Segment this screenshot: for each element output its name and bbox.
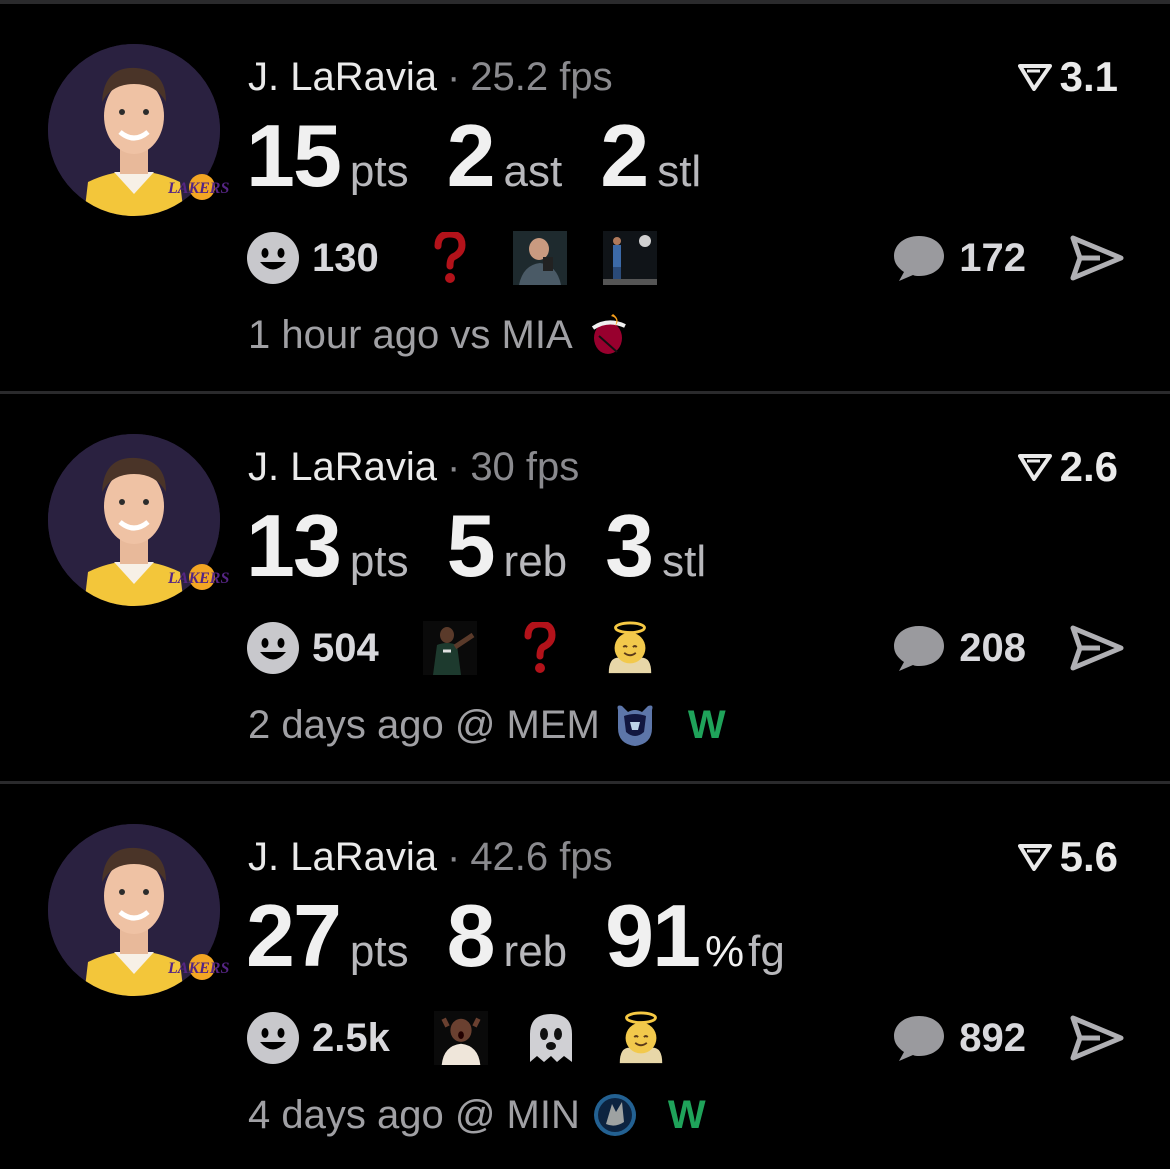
stat-unit: stl	[657, 147, 702, 196]
smiley-reaction-icon[interactable]	[246, 1011, 300, 1065]
lakers-logo-icon: LAKERS	[167, 174, 229, 200]
smiley-reaction-icon[interactable]	[246, 621, 300, 675]
post-header: J. LaRavia · 25.2 fps	[248, 54, 613, 100]
game-info[interactable]: 4 days ago @ MIN W	[248, 1090, 706, 1140]
time-ago: 4 days ago	[248, 1093, 444, 1137]
fps-value: 30 fps	[470, 445, 580, 489]
stat-line: 15 pts 2 ast 2 stl	[246, 108, 739, 204]
matchup: @ MIN	[454, 1093, 580, 1137]
ghost-icon[interactable]	[524, 1011, 578, 1065]
score-icon	[1017, 64, 1052, 91]
stat-value: 2	[600, 106, 649, 205]
fps-value: 42.6 fps	[470, 835, 613, 879]
game-result: W	[687, 703, 726, 747]
comment-count[interactable]: 892	[959, 1016, 1026, 1061]
post-actions: 208	[891, 620, 1124, 676]
post-actions: 892	[891, 1010, 1124, 1066]
game-result: W	[667, 1093, 706, 1137]
score-badge: 5.6	[1017, 833, 1118, 880]
post-card[interactable]: LAKERS J. LaRavia · 30 fps 2.6 13 pts 5 reb …	[0, 394, 1170, 784]
stat-unit: ast	[503, 147, 563, 196]
share-send-icon[interactable]	[1070, 625, 1124, 671]
comment-icon[interactable]	[891, 623, 947, 673]
stat-unit: pts	[349, 537, 409, 586]
player-name[interactable]: J. LaRavia	[248, 55, 437, 99]
feed: LAKERS J. LaRavia · 25.2 fps 3.1 15 pts 2 as…	[0, 0, 1170, 1169]
post-card[interactable]: LAKERS J. LaRavia · 25.2 fps 3.1 15 pts 2 as…	[0, 4, 1170, 394]
question-mark-icon[interactable]	[513, 621, 567, 675]
stat-value: 91	[605, 886, 701, 985]
reaction-count[interactable]: 2.5k	[312, 1016, 390, 1061]
time-ago: 2 days ago	[248, 703, 444, 747]
score-value: 5.6	[1059, 833, 1118, 880]
game-info[interactable]: 1 hour ago vs MIA	[248, 310, 661, 360]
stat-value: 13	[246, 496, 342, 595]
reaction-count[interactable]: 504	[312, 626, 379, 671]
post-header: J. LaRavia · 42.6 fps	[248, 834, 613, 880]
separator: ·	[446, 445, 461, 489]
stat-line: 13 pts 5 reb 3 stl	[246, 498, 744, 594]
person-phone-meme-icon[interactable]	[512, 231, 567, 285]
stat-value: 8	[446, 886, 496, 985]
score-badge: 3.1	[1017, 53, 1118, 100]
matchup: @ MEM	[454, 703, 600, 747]
player-shooting-meme-icon[interactable]	[602, 231, 657, 285]
stat-unit: stl	[662, 537, 707, 586]
score-icon	[1017, 844, 1052, 871]
player-name[interactable]: J. LaRavia	[248, 445, 437, 489]
reaction-count[interactable]: 130	[312, 236, 379, 281]
stat-unit: fg	[748, 927, 785, 976]
heat-logo-icon	[591, 314, 626, 354]
stat-unit: reb	[503, 537, 568, 586]
shocked-person-meme-icon[interactable]	[433, 1011, 488, 1065]
game-info[interactable]: 2 days ago @ MEM W	[248, 700, 726, 750]
svg-text:LAKERS: LAKERS	[167, 960, 229, 977]
angel-face-icon[interactable]	[614, 1011, 668, 1065]
angel-face-icon[interactable]	[603, 621, 657, 675]
score-value: 2.6	[1059, 443, 1118, 490]
lakers-logo-icon: LAKERS	[167, 954, 229, 980]
smiley-reaction-icon[interactable]	[246, 231, 300, 285]
lakers-logo-icon: LAKERS	[167, 564, 229, 590]
svg-text:LAKERS: LAKERS	[167, 180, 229, 197]
score-badge: 2.6	[1017, 443, 1118, 490]
comment-count[interactable]: 172	[959, 236, 1026, 281]
share-send-icon[interactable]	[1070, 1015, 1124, 1061]
player-pointing-meme-icon[interactable]	[422, 621, 477, 675]
score-value: 3.1	[1059, 53, 1118, 100]
time-ago: 1 hour ago	[248, 313, 440, 357]
matchup: vs MIA	[450, 313, 573, 357]
separator: ·	[446, 835, 461, 879]
stat-line: 27 pts 8 reb 91% fg	[246, 888, 823, 984]
stat-unit: pts	[349, 147, 409, 196]
reactions-bar: 504	[246, 620, 693, 676]
stat-unit: reb	[503, 927, 568, 976]
post-card[interactable]: LAKERS J. LaRavia · 42.6 fps 5.6 27 pts 8 re…	[0, 784, 1170, 1169]
stat-value: 2	[446, 106, 496, 205]
reactions-bar: 2.5k	[246, 1010, 704, 1066]
stat-value: 5	[446, 496, 496, 595]
share-send-icon[interactable]	[1070, 235, 1124, 281]
comment-icon[interactable]	[891, 1013, 947, 1063]
post-actions: 172	[891, 230, 1124, 286]
stat-unit: pts	[349, 927, 409, 976]
reactions-bar: 130	[246, 230, 693, 286]
separator: ·	[446, 55, 461, 99]
svg-text:LAKERS: LAKERS	[167, 570, 229, 587]
score-icon	[1017, 454, 1052, 481]
stat-value: 3	[605, 496, 654, 595]
fps-value: 25.2 fps	[470, 55, 613, 99]
stat-percent-sign: %	[705, 927, 745, 976]
grizzlies-logo-icon	[617, 705, 653, 746]
comment-count[interactable]: 208	[959, 626, 1026, 671]
comment-icon[interactable]	[891, 233, 947, 283]
post-header: J. LaRavia · 30 fps	[248, 444, 579, 490]
timberwolves-logo-icon	[593, 1094, 636, 1136]
stat-value: 15	[246, 106, 342, 205]
stat-value: 27	[246, 886, 342, 985]
question-mark-icon[interactable]	[423, 231, 477, 285]
player-name[interactable]: J. LaRavia	[248, 835, 437, 879]
